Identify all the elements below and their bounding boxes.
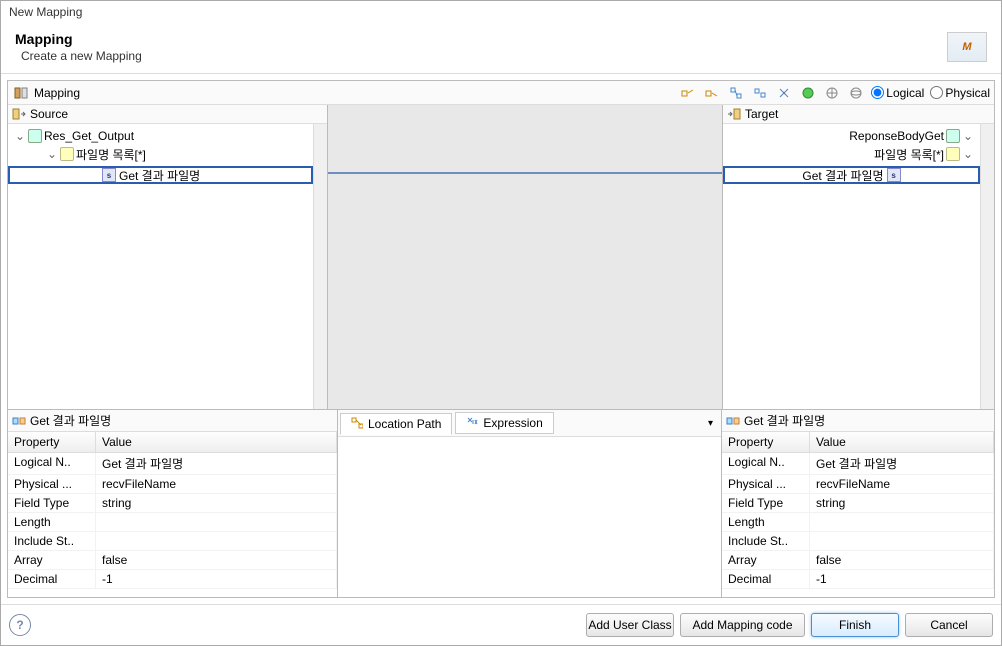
- expression-icon: [466, 416, 480, 430]
- table-cell[interactable]: [96, 532, 337, 551]
- col-value: Value: [96, 432, 337, 453]
- target-root[interactable]: ReponseBodyGet: [849, 129, 944, 143]
- add-user-class-button[interactable]: Add User Class: [586, 613, 674, 637]
- table-cell: Decimal: [722, 570, 810, 589]
- physical-radio[interactable]: Physical: [930, 86, 990, 100]
- source-selected-field[interactable]: s Get 결과 파일명: [8, 166, 313, 184]
- target-selected-field[interactable]: Get 결과 파일명 s: [723, 166, 980, 184]
- col-property: Property: [722, 432, 810, 453]
- detail-left-title: Get 결과 파일명: [30, 412, 111, 429]
- target-icon: [727, 107, 741, 121]
- table-cell[interactable]: -1: [810, 570, 994, 589]
- col-property: Property: [8, 432, 96, 453]
- source-root[interactable]: Res_Get_Output: [44, 129, 134, 143]
- table-cell[interactable]: [96, 513, 337, 532]
- tree-toggle[interactable]: ⌄: [962, 129, 974, 143]
- struct-icon: [28, 129, 42, 143]
- cancel-button[interactable]: Cancel: [905, 613, 993, 637]
- table-cell[interactable]: string: [96, 494, 337, 513]
- mapping-icon: [12, 84, 30, 102]
- table-cell: Length: [8, 513, 96, 532]
- table-cell[interactable]: recvFileName: [96, 475, 337, 494]
- tool-green-icon[interactable]: [799, 84, 817, 102]
- tree-toggle[interactable]: ⌄: [962, 147, 974, 161]
- table-cell: Array: [722, 551, 810, 570]
- tool-icon-4[interactable]: [751, 84, 769, 102]
- tool-icon-3[interactable]: [727, 84, 745, 102]
- page-subtitle: Create a new Mapping: [21, 49, 142, 63]
- source-icon: [12, 107, 26, 121]
- table-cell: Field Type: [722, 494, 810, 513]
- help-icon[interactable]: ?: [9, 614, 31, 636]
- tool-globe-icon-1[interactable]: [823, 84, 841, 102]
- scrollbar[interactable]: [980, 124, 994, 409]
- string-field-icon: s: [102, 168, 116, 182]
- page-title: Mapping: [15, 31, 142, 47]
- tree-toggle[interactable]: ⌄: [46, 147, 58, 161]
- tab-dropdown-icon[interactable]: ▾: [702, 418, 719, 429]
- field-icon: [726, 414, 740, 428]
- table-cell: Logical N..: [8, 453, 96, 475]
- location-path-icon: [351, 417, 365, 431]
- tool-icon-2[interactable]: [703, 84, 721, 102]
- table-cell[interactable]: Get 결과 파일명: [96, 453, 337, 475]
- table-cell: Physical ...: [722, 475, 810, 494]
- target-label: Target: [745, 107, 778, 121]
- array-icon: [60, 147, 74, 161]
- window-title: New Mapping: [1, 1, 1001, 23]
- tree-toggle[interactable]: ⌄: [14, 129, 26, 143]
- table-cell: Decimal: [8, 570, 96, 589]
- table-cell: Include St..: [722, 532, 810, 551]
- tab-location-path[interactable]: Location Path: [340, 413, 452, 435]
- add-mapping-code-button[interactable]: Add Mapping code: [680, 613, 805, 637]
- table-cell[interactable]: string: [810, 494, 994, 513]
- table-cell[interactable]: -1: [96, 570, 337, 589]
- tool-icon-1[interactable]: [679, 84, 697, 102]
- string-field-icon: s: [887, 168, 901, 182]
- field-icon: [12, 414, 26, 428]
- mapping-label: Mapping: [34, 86, 80, 100]
- detail-right-title: Get 결과 파일명: [744, 412, 825, 429]
- table-cell: Include St..: [8, 532, 96, 551]
- tool-icon-5[interactable]: [775, 84, 793, 102]
- target-array-node[interactable]: 파일명 목록[*]: [874, 146, 944, 163]
- struct-icon: [946, 129, 960, 143]
- table-cell[interactable]: [810, 532, 994, 551]
- table-cell: Field Type: [8, 494, 96, 513]
- source-array-node[interactable]: 파일명 목록[*]: [76, 146, 146, 163]
- tool-globe-icon-2[interactable]: [847, 84, 865, 102]
- table-cell: Length: [722, 513, 810, 532]
- mapping-connection-line[interactable]: [328, 172, 722, 174]
- tab-expression[interactable]: Expression: [455, 412, 553, 434]
- table-cell: Logical N..: [722, 453, 810, 475]
- scrollbar[interactable]: [313, 124, 327, 409]
- finish-button[interactable]: Finish: [811, 613, 899, 637]
- table-cell[interactable]: [810, 513, 994, 532]
- table-cell: Physical ...: [8, 475, 96, 494]
- array-icon: [946, 147, 960, 161]
- table-cell: Array: [8, 551, 96, 570]
- table-cell[interactable]: false: [810, 551, 994, 570]
- col-value: Value: [810, 432, 994, 453]
- table-cell[interactable]: recvFileName: [810, 475, 994, 494]
- table-cell[interactable]: Get 결과 파일명: [810, 453, 994, 475]
- mapping-wizard-icon: M: [947, 32, 987, 62]
- source-label: Source: [30, 107, 68, 121]
- logical-radio[interactable]: Logical: [871, 86, 924, 100]
- table-cell[interactable]: false: [96, 551, 337, 570]
